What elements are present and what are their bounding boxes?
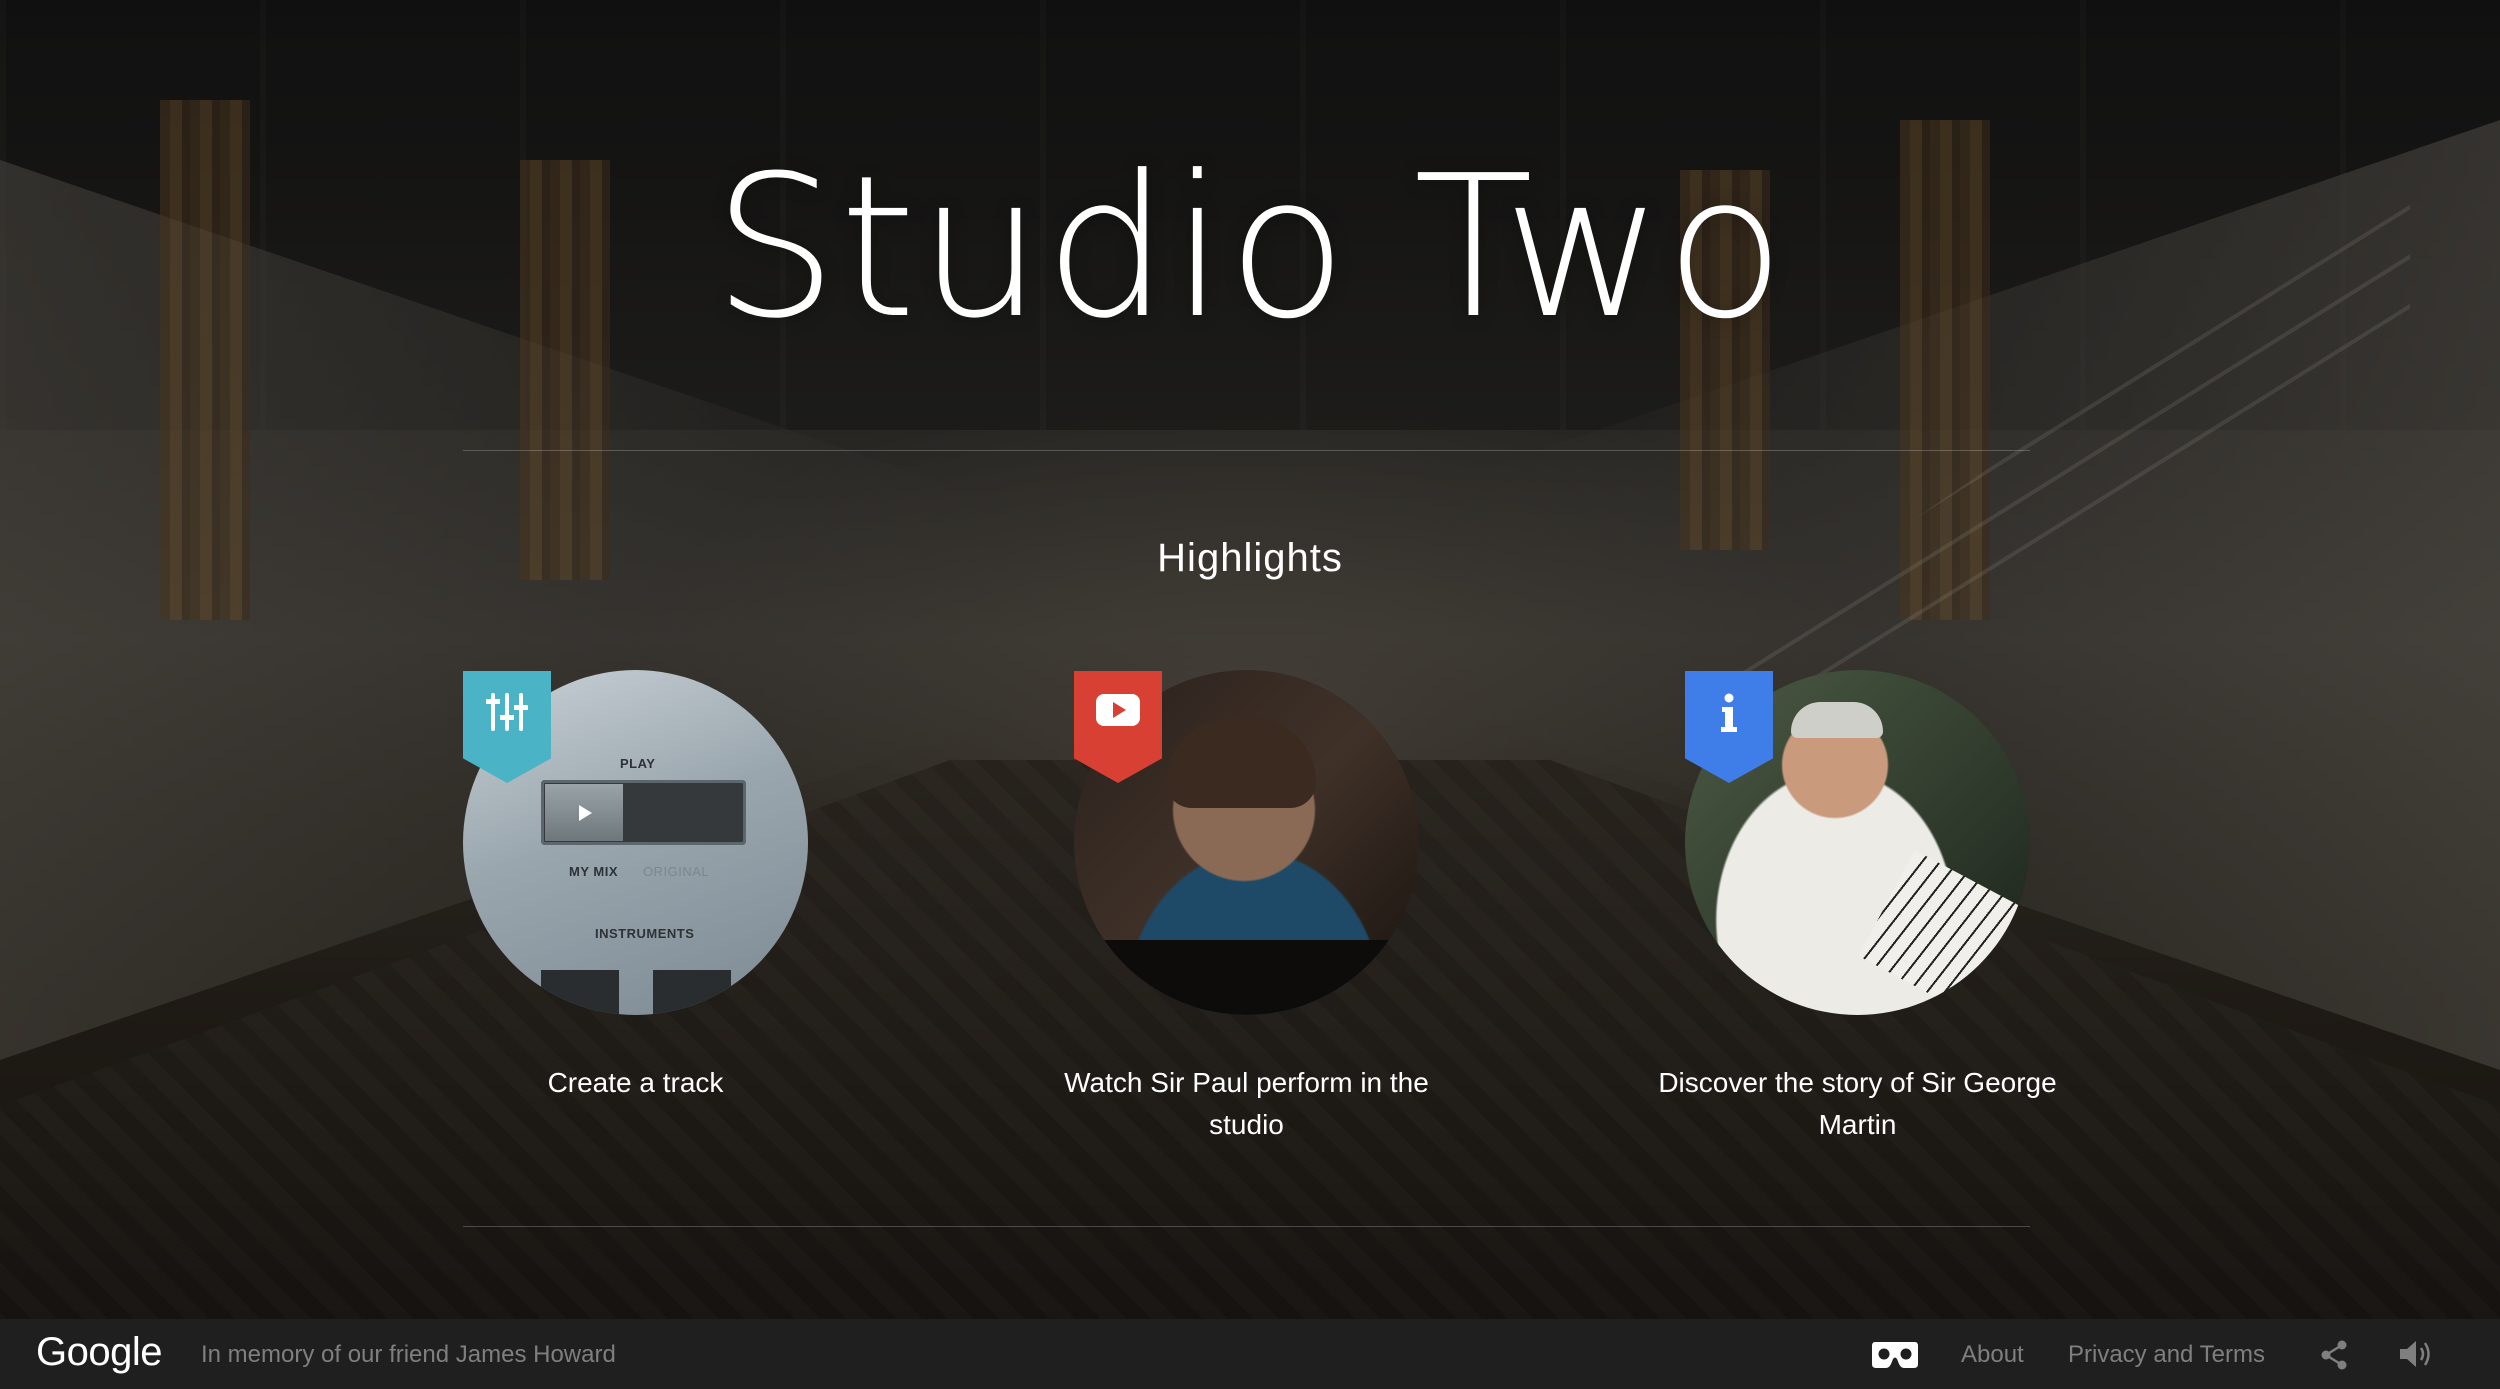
mixer-original-label: ORIGINAL <box>643 864 710 879</box>
mixer-key <box>653 970 731 1015</box>
top-divider <box>463 450 2030 451</box>
volume-icon[interactable] <box>2398 1338 2434 1375</box>
footer-bar: Google In memory of our friend James How… <box>0 1319 2500 1389</box>
mixer-key <box>541 970 619 1015</box>
share-icon[interactable] <box>2320 1340 2348 1375</box>
pianist-keyboard <box>1858 850 2030 1015</box>
pianist-hair <box>1791 702 1883 738</box>
about-link[interactable]: About <box>1961 1341 2024 1369</box>
memorial-text: In memory of our friend James Howard <box>201 1341 616 1368</box>
cardboard-vr-icon[interactable] <box>1871 1340 1919 1375</box>
studio-two-page: Studio Two Highlights PLAY MY MIX ORIGIN… <box>0 0 2500 1389</box>
mixer-instruments-label: INSTRUMENTS <box>595 926 695 941</box>
mixer-play-label: PLAY <box>620 756 656 771</box>
highlight-card-watch-paul[interactable]: Watch Sir Paul perform in the studio <box>1064 670 1429 1150</box>
highlight-card-create-track[interactable]: PLAY MY MIX ORIGINAL INSTRUMENTS Create … <box>463 670 808 1150</box>
performer-piano <box>1074 940 1419 1015</box>
highlight-caption[interactable]: Discover the story of Sir George Martin <box>1645 1062 2070 1146</box>
play-icon <box>545 784 623 841</box>
performer-hair <box>1166 718 1316 808</box>
page-title: Studio Two <box>712 134 1788 362</box>
privacy-terms-link[interactable]: Privacy and Terms <box>2068 1341 2265 1369</box>
highlight-caption[interactable]: Create a track <box>423 1062 848 1104</box>
mixer-my-mix-label: MY MIX <box>569 864 618 879</box>
bottom-divider <box>463 1226 2030 1227</box>
highlight-card-george-martin[interactable]: Discover the story of Sir George Martin <box>1658 670 2057 1150</box>
google-logo[interactable]: Google <box>36 1330 162 1375</box>
highlight-caption[interactable]: Watch Sir Paul perform in the studio <box>1034 1062 1459 1146</box>
highlights-heading: Highlights <box>1157 536 1343 580</box>
mixer-toggle-panel <box>541 780 746 845</box>
